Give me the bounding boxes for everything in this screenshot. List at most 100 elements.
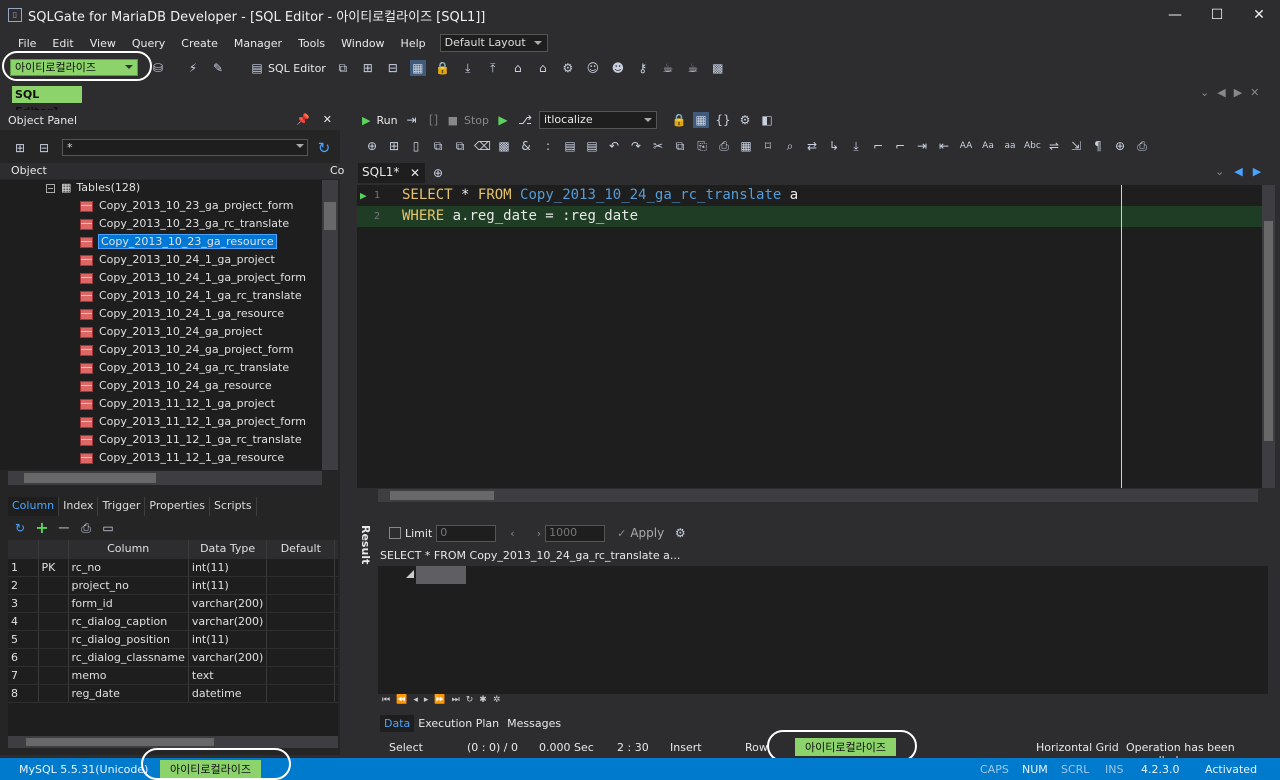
cup-icon[interactable]: ☕ [660, 60, 676, 76]
crosshair-icon[interactable]: ⊕ [1112, 138, 1128, 154]
grid-header[interactable] [38, 540, 69, 559]
format-icon[interactable]: ▤ [562, 138, 578, 154]
tab-index[interactable]: Index [59, 497, 99, 516]
table-row[interactable]: 3 form_id varchar(200) [8, 594, 338, 613]
editor-vscrollbar[interactable] [1262, 185, 1275, 488]
apply-button[interactable]: Apply [630, 526, 664, 540]
table-node[interactable]: Copy_2013_10_23_ga_project_form [80, 197, 293, 215]
comment-icon[interactable]: ▭ [100, 520, 116, 536]
stop-button[interactable]: Stop [464, 114, 489, 127]
tree-vscrollbar[interactable] [322, 180, 338, 470]
import-icon[interactable]: ⤒ [485, 60, 501, 76]
erase-icon[interactable]: ⌫ [474, 138, 491, 154]
menu-query[interactable]: Query [124, 37, 173, 50]
export-icon[interactable]: ⤓ [848, 138, 864, 154]
stop-icon[interactable]: ■ [448, 114, 458, 127]
chevron-down-icon[interactable]: ⌄ [1200, 86, 1209, 99]
table-node[interactable]: Copy_2013_10_24_ga_rc_translate [80, 359, 289, 377]
menu-edit[interactable]: Edit [44, 37, 81, 50]
plug-icon[interactable]: ⚡ [185, 60, 201, 76]
tab-close-icon[interactable]: ✕ [410, 166, 420, 180]
sql-editor[interactable]: ▶ 1 SELECT * FROM Copy_2013_10_24_ga_rc_… [357, 185, 1262, 488]
paste-doc-icon[interactable]: ⧉ [452, 138, 468, 154]
undo-icon[interactable]: ↶ [606, 138, 622, 154]
refresh-icon[interactable]: ↻ [466, 695, 474, 705]
tab-messages[interactable]: Messages [503, 715, 565, 732]
table-row[interactable]: 7 memo text [8, 666, 338, 685]
table-node[interactable]: Copy_2013_11_12_1_ga_project [80, 395, 275, 413]
arrow-left-icon[interactable]: ◀ [1217, 86, 1225, 99]
restore-icon[interactable]: ⌂ [535, 60, 551, 76]
table-row[interactable]: 6 rc_dialog_classname varchar(200) [8, 648, 338, 667]
object-panel-icon[interactable]: ▦ [409, 60, 426, 76]
uncomment-icon[interactable]: ⌐ [892, 138, 908, 154]
colon-icon[interactable]: : [540, 138, 556, 154]
unplug-icon[interactable]: ✎ [210, 60, 226, 76]
upper-icon[interactable]: AA [958, 138, 974, 154]
chevron-down-icon[interactable]: ⌄ [1215, 165, 1224, 178]
add-icon[interactable]: + [34, 520, 50, 536]
tab-trigger[interactable]: Trigger [98, 497, 146, 516]
limit-to-input[interactable]: 1000 [545, 524, 606, 542]
braces-settings-icon[interactable]: ⚙ [737, 112, 753, 128]
lower-icon[interactable]: aa [1002, 138, 1018, 154]
tab-scripts[interactable]: Scripts [210, 497, 257, 516]
table-node[interactable]: Copy_2013_10_23_ga_rc_translate [80, 215, 289, 233]
star2-icon[interactable]: ✲ [493, 695, 501, 705]
table-node[interactable]: Copy_2013_11_12_1_ga_project_form [80, 413, 306, 431]
minimize-button[interactable]: — [1154, 0, 1196, 30]
grid-toggle-icon[interactable]: ▦ [692, 112, 709, 128]
check-icon[interactable]: ✓ [617, 527, 626, 540]
copy-icon[interactable]: ⧉ [672, 138, 688, 154]
database-select[interactable]: itlocalize [538, 111, 657, 129]
tab-properties[interactable]: Properties [145, 497, 210, 516]
chevron-left-icon[interactable]: ‹ [510, 527, 514, 540]
sql-format-icon[interactable]: ⎙ [1134, 138, 1150, 154]
explain-icon[interactable]: ⎇ [517, 112, 533, 128]
braces-icon[interactable]: {} [715, 112, 731, 128]
disconnect-icon[interactable]: ⛁ [150, 60, 166, 76]
paste-icon[interactable]: ⎘ [694, 138, 710, 154]
expand-all-icon[interactable]: ⊞ [12, 140, 28, 156]
tree-hscrollbar[interactable] [8, 471, 322, 485]
prev-page-icon[interactable]: ⏪ [396, 695, 407, 705]
filter-dropdown-icon[interactable] [296, 144, 304, 152]
find-icon[interactable]: ⌕ [782, 138, 798, 154]
layout-select[interactable]: Default Layout [439, 34, 548, 52]
whitespace-icon[interactable]: ⇲ [1068, 138, 1084, 154]
prev-icon[interactable]: ◂ [413, 695, 418, 705]
grid-header[interactable]: NULL [334, 540, 338, 559]
table-node[interactable]: Copy_2013_10_23_ga_resource [80, 233, 277, 251]
export-icon[interactable]: ⤓ [460, 60, 476, 76]
first-icon[interactable]: ⏮ [382, 695, 390, 705]
object-filter-input[interactable]: * [62, 139, 308, 156]
editor-hscrollbar[interactable] [378, 489, 1258, 502]
ampersand-icon[interactable]: & [518, 138, 534, 154]
menu-tools[interactable]: Tools [290, 37, 333, 50]
tab-column[interactable]: Column [8, 497, 60, 516]
refresh-icon[interactable]: ↻ [316, 140, 332, 156]
close-button[interactable]: ✕ [1238, 0, 1280, 30]
pin-icon[interactable]: 📌 [296, 113, 310, 126]
close-icon[interactable]: ✕ [1250, 86, 1259, 99]
run-button[interactable]: Run [376, 114, 397, 127]
diagram-icon[interactable]: ⊞ [360, 60, 376, 76]
table-row[interactable]: 4 rc_dialog_caption varchar(200) [8, 612, 338, 631]
chevron-right-icon[interactable]: › [537, 527, 541, 540]
maximize-button[interactable]: ☐ [1196, 0, 1238, 30]
pilcrow-icon[interactable]: ¶ [1090, 138, 1106, 154]
limit-checkbox[interactable] [389, 527, 401, 539]
next-page-icon[interactable]: ⏩ [434, 695, 445, 705]
cut-icon[interactable]: ✂ [650, 138, 666, 154]
schema-icon[interactable]: ⊟ [385, 60, 401, 76]
table-node[interactable]: Copy_2013_10_24_ga_project [80, 323, 262, 341]
table-node[interactable]: Copy_2013_10_24_1_ga_resource [80, 305, 284, 323]
star-icon[interactable]: ✱ [479, 695, 487, 705]
new-tab-icon[interactable]: ⊕ [430, 165, 446, 181]
lock-icon[interactable]: 🔒 [671, 112, 687, 128]
grid-header[interactable]: Default [266, 540, 336, 559]
sql-copy-icon[interactable]: ⎙ [716, 138, 732, 154]
grid-header[interactable]: Data Type [188, 540, 268, 559]
tab-data[interactable]: Data [380, 715, 415, 732]
menu-window[interactable]: Window [333, 37, 392, 50]
